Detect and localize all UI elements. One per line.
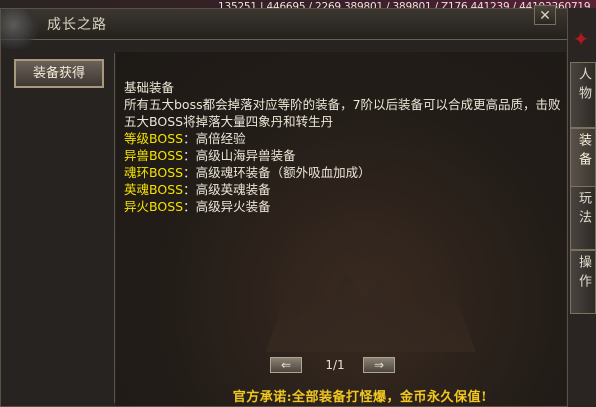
boss-row: 异火BOSS：高级异火装备 bbox=[124, 198, 564, 215]
background-ruins bbox=[266, 271, 476, 352]
boss-row: 等级BOSS：高倍经验 bbox=[124, 130, 564, 147]
boss-name: 英魂BOSS bbox=[124, 182, 184, 197]
boss-reward: 高级山海异兽装备 bbox=[195, 148, 296, 163]
section-heading: 基础装备 bbox=[124, 80, 175, 95]
official-slogan: 官方承诺:全部装备打怪爆，金币永久保值! bbox=[232, 390, 488, 405]
tab-controls[interactable]: 操作 bbox=[570, 250, 596, 314]
boss-name: 等级BOSS bbox=[124, 131, 184, 146]
boss-reward: 高倍经验 bbox=[195, 131, 246, 146]
separator: ： bbox=[183, 148, 196, 163]
boss-row: 魂环BOSS：高级魂环装备（额外吸血加成） bbox=[124, 164, 564, 181]
description-paragraph: 所有五大boss都会掉落对应等阶的装备，7阶以后装备可以合成更高品质，击败五大B… bbox=[124, 97, 561, 129]
boss-name: 异兽BOSS bbox=[124, 148, 184, 163]
boss-row: 异兽BOSS：高级山海异兽装备 bbox=[124, 147, 564, 164]
boss-name: 魂环BOSS bbox=[124, 165, 184, 180]
separator: ： bbox=[183, 165, 196, 180]
title-bar: 成长之路 bbox=[1, 9, 567, 49]
content-panel: 基础装备 所有五大boss都会掉落对应等阶的装备，7阶以后装备可以合成更高品质，… bbox=[116, 52, 566, 406]
content-text: 基础装备 所有五大boss都会掉落对应等阶的装备，7阶以后装备可以合成更高品质，… bbox=[124, 79, 564, 215]
close-button[interactable]: ✕ bbox=[534, 5, 556, 25]
tab-controls-label: 操作 bbox=[576, 255, 591, 293]
tab-equipment[interactable]: 装备 bbox=[570, 128, 596, 194]
tab-character[interactable]: 人物 bbox=[570, 62, 596, 128]
page-indicator: 1/1 bbox=[325, 358, 345, 372]
tab-character-label: 人物 bbox=[576, 67, 591, 105]
boss-reward: 高级英魂装备 bbox=[195, 182, 271, 197]
separator: ： bbox=[183, 199, 196, 214]
boss-name: 异火BOSS bbox=[124, 199, 184, 214]
tab-gameplay-label: 玩法 bbox=[576, 191, 591, 229]
tab-equipment-acquire[interactable]: 装备获得 bbox=[14, 59, 104, 88]
tab-equipment-label: 装备 bbox=[576, 133, 591, 171]
separator: ： bbox=[183, 131, 196, 146]
corner-ornament-icon: ✦ bbox=[572, 27, 590, 51]
window-title: 成长之路 bbox=[47, 17, 107, 33]
boss-row: 英魂BOSS：高级英魂装备 bbox=[124, 181, 564, 198]
prev-page-button[interactable]: ⇐ bbox=[270, 357, 302, 373]
next-page-button[interactable]: ⇒ bbox=[363, 357, 395, 373]
pagination: ⇐ 1/1 ⇒ bbox=[270, 356, 400, 376]
separator: ： bbox=[183, 182, 196, 197]
boss-reward: 高级异火装备 bbox=[195, 199, 271, 214]
dragon-emblem-icon bbox=[1, 9, 43, 49]
left-panel bbox=[9, 53, 115, 403]
tab-gameplay[interactable]: 玩法 bbox=[570, 186, 596, 250]
boss-reward: 高级魂环装备（额外吸血加成） bbox=[195, 165, 371, 180]
